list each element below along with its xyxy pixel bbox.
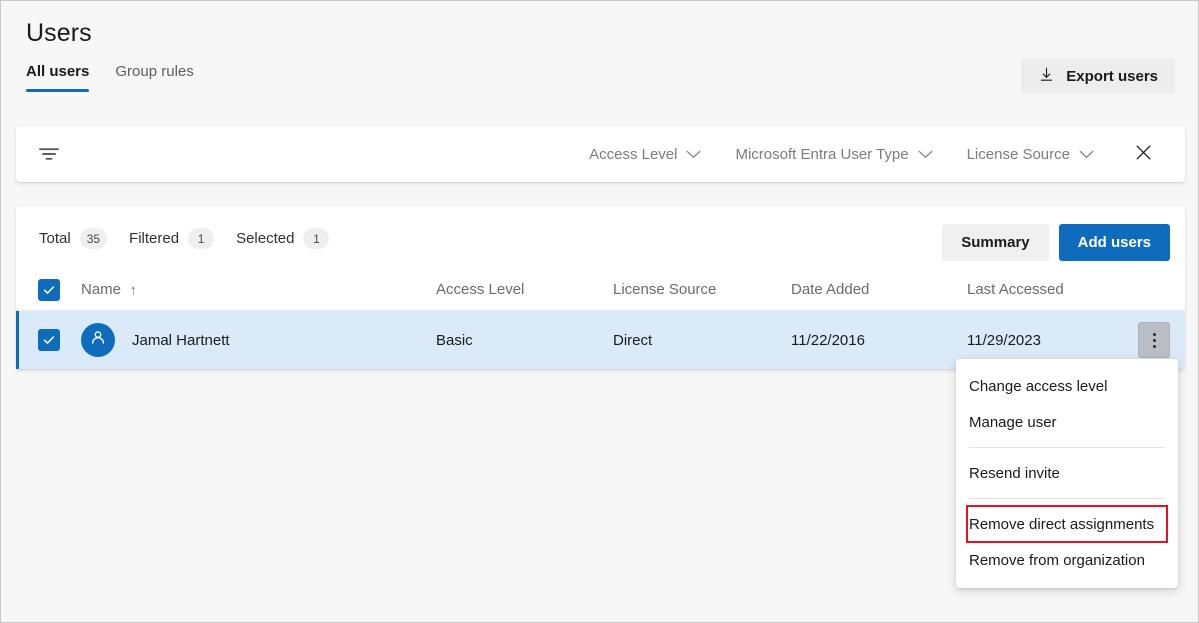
- count-total-value: 35: [80, 228, 107, 249]
- column-header-license-source[interactable]: License Source: [613, 269, 716, 310]
- tab-bar: All users Group rules: [26, 63, 194, 92]
- filter-license-source[interactable]: License Source: [950, 134, 1111, 174]
- close-icon: [1134, 143, 1153, 165]
- count-total-label: Total: [39, 230, 71, 247]
- row-checkbox[interactable]: [38, 329, 60, 351]
- column-header-name[interactable]: Name ↑: [81, 269, 137, 310]
- count-filtered: Filtered 1: [129, 228, 214, 249]
- count-filtered-label: Filtered: [129, 230, 179, 247]
- row-user-name: Jamal Hartnett: [132, 332, 230, 349]
- page-title: Users: [26, 19, 92, 48]
- table-toolbar: Total 35 Filtered 1 Selected 1 Summary A…: [16, 206, 1185, 269]
- row-date-added: 11/22/2016: [791, 311, 865, 369]
- table-actions: Summary Add users: [942, 224, 1170, 261]
- add-users-button[interactable]: Add users: [1059, 224, 1170, 261]
- export-users-label: Export users: [1066, 68, 1158, 85]
- download-icon: [1038, 66, 1055, 86]
- row-select-cell: [38, 311, 60, 369]
- select-all-cell: [38, 269, 60, 310]
- chevron-down-icon: [686, 147, 701, 162]
- menu-item-change-access-level[interactable]: Change access level: [956, 368, 1178, 404]
- filter-access-level[interactable]: Access Level: [572, 134, 718, 174]
- tab-group-rules-label: Group rules: [115, 63, 193, 80]
- row-access-level: Basic: [436, 311, 473, 369]
- filter-entra-user-type-label: Microsoft Entra User Type: [735, 146, 908, 163]
- count-filtered-value: 1: [188, 228, 214, 249]
- filter-entra-user-type[interactable]: Microsoft Entra User Type: [718, 134, 949, 174]
- count-total: Total 35: [39, 228, 107, 249]
- row-name-cell: Jamal Hartnett: [81, 311, 230, 369]
- avatar: [81, 323, 115, 357]
- row-context-menu: Change access level Manage user Resend i…: [956, 359, 1178, 588]
- chevron-down-icon: [918, 147, 933, 162]
- column-header-last-accessed[interactable]: Last Accessed: [967, 269, 1064, 310]
- column-header-access-level[interactable]: Access Level: [436, 269, 524, 310]
- count-selected-label: Selected: [236, 230, 294, 247]
- tab-group-rules[interactable]: Group rules: [115, 63, 193, 92]
- select-all-checkbox[interactable]: [38, 279, 60, 301]
- count-selected-value: 1: [303, 228, 329, 249]
- sort-ascending-icon: ↑: [130, 282, 137, 297]
- kebab-menu-icon-dot: [1153, 345, 1156, 348]
- tab-all-users[interactable]: All users: [26, 63, 89, 92]
- filter-controls: Access Level Microsoft Entra User Type L…: [572, 126, 1163, 182]
- column-header-name-label: Name: [81, 281, 121, 298]
- row-more-actions-button[interactable]: [1138, 322, 1170, 358]
- kebab-menu-icon-dot: [1153, 339, 1156, 342]
- menu-item-manage-user[interactable]: Manage user: [956, 404, 1178, 440]
- chevron-down-icon: [1079, 147, 1094, 162]
- filter-license-source-label: License Source: [967, 146, 1070, 163]
- table-header-row: Name ↑ Access Level License Source Date …: [16, 269, 1185, 311]
- column-header-date-added[interactable]: Date Added: [791, 269, 869, 310]
- menu-item-resend-invite[interactable]: Resend invite: [956, 455, 1178, 491]
- export-users-button[interactable]: Export users: [1021, 58, 1175, 94]
- users-table-card: Total 35 Filtered 1 Selected 1 Summary A…: [16, 206, 1185, 369]
- tab-all-users-label: All users: [26, 63, 89, 80]
- row-license-source: Direct: [613, 311, 652, 369]
- menu-item-remove-from-organization[interactable]: Remove from organization: [956, 542, 1178, 578]
- person-icon: [88, 328, 108, 352]
- users-page: Users All users Group rules Export users: [0, 0, 1199, 623]
- kebab-menu-icon-dot: [1153, 333, 1156, 336]
- menu-item-remove-direct-assignments[interactable]: Remove direct assignments: [967, 506, 1167, 542]
- menu-separator: [969, 447, 1165, 448]
- filter-access-level-label: Access Level: [589, 146, 677, 163]
- summary-button[interactable]: Summary: [942, 224, 1048, 261]
- page-header: Users All users Group rules Export users: [1, 1, 1199, 111]
- close-filters-button[interactable]: [1123, 134, 1163, 174]
- filter-bar: Access Level Microsoft Entra User Type L…: [16, 126, 1185, 182]
- count-selected: Selected 1: [236, 228, 329, 249]
- counts-group: Total 35 Filtered 1 Selected 1: [39, 228, 329, 249]
- filter-icon[interactable]: [38, 146, 60, 162]
- menu-separator: [969, 498, 1165, 499]
